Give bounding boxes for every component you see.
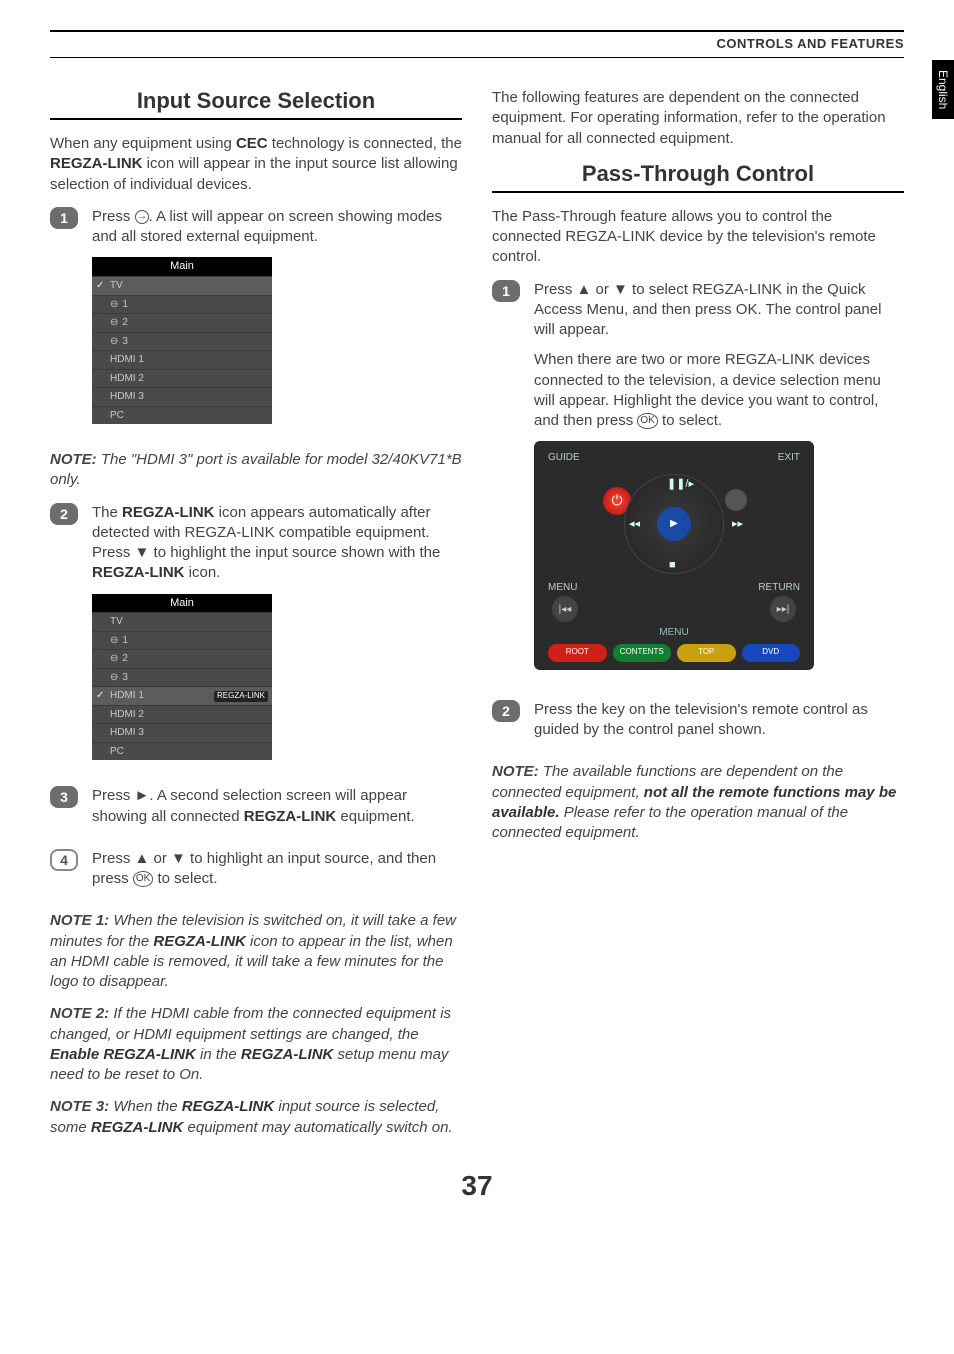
osd-row: HDMI 3 — [92, 723, 272, 742]
skip-back-icon: |◂◂ — [552, 596, 578, 622]
pt-step-1: 1 Press ▲ or ▼ to select REGZA-LINK in t… — [492, 280, 904, 688]
step-number-1: 1 — [492, 280, 520, 302]
step-3-text: Press ►. A second selection screen will … — [92, 786, 462, 827]
osd-row: HDMI 3 — [92, 387, 272, 406]
osd-row: ⊖ 2 — [92, 649, 272, 668]
osd-list-1: Main TV ⊖ 1 ⊖ 2 ⊖ 3 HDMI 1 HDMI 2 HDMI 3… — [92, 257, 272, 424]
stop-icon: ■ — [669, 558, 676, 573]
left-column: Input Source Selection When any equipmen… — [50, 88, 462, 1150]
osd-row: ⊖ 3 — [92, 332, 272, 351]
panel-guide-label: GUIDE — [548, 451, 580, 465]
intro-paragraph: When any equipment using CEC technology … — [50, 134, 462, 195]
osd-row: HDMI 2 — [92, 705, 272, 724]
osd-row: HDMI 2 — [92, 369, 272, 388]
panel-menu-center-label: MENU — [548, 626, 800, 640]
contents-button: CONTENTS — [613, 644, 672, 662]
forward-icon: ▸▸ — [732, 517, 743, 532]
ok-icon: OK — [637, 413, 657, 429]
section-title-input-source: Input Source Selection — [50, 88, 462, 120]
section-title-pass-through: Pass-Through Control — [492, 161, 904, 193]
step-1-text: Press . A list will appear on screen sho… — [92, 207, 462, 248]
step-2-text: The REGZA-LINK icon appears automaticall… — [92, 503, 462, 584]
right-intro: The following features are dependent on … — [492, 88, 904, 149]
step-2: 2 The REGZA-LINK icon appears automatica… — [50, 503, 462, 775]
osd-row: HDMI 1REGZA-LINK — [92, 686, 272, 705]
remote-control-panel: GUIDE EXIT ⏻ ❚❚/▸ ◂◂ ▸▸ ▶ — [534, 441, 814, 670]
right-column: The following features are dependent on … — [492, 88, 904, 1150]
root-button: ROOT — [548, 644, 607, 662]
panel-exit-label: EXIT — [778, 451, 800, 465]
language-tab: English — [932, 60, 954, 119]
step-number-3: 3 — [50, 786, 78, 808]
note-hdmi3: NOTE: The "HDMI 3" port is available for… — [50, 450, 462, 491]
header-section: CONTROLS AND FEATURES — [717, 36, 904, 51]
osd-row: PC — [92, 742, 272, 761]
step-number-2: 2 — [492, 700, 520, 722]
osd-row: ⊖ 1 — [92, 631, 272, 650]
note-3: NOTE 3: When the REGZA-LINK input source… — [50, 1097, 462, 1138]
pass-through-lead: The Pass-Through feature allows you to c… — [492, 207, 904, 268]
play-button-icon: ▶ — [657, 507, 691, 541]
step-4: 4 Press ▲ or ▼ to highlight an input sou… — [50, 849, 462, 900]
step-number-4: 4 — [50, 849, 78, 871]
osd-row: HDMI 1 — [92, 350, 272, 369]
page-number: 37 — [50, 1170, 904, 1202]
pt-step-2-text: Press the key on the television's remote… — [534, 700, 904, 741]
pt-step-1a: Press ▲ or ▼ to select REGZA-LINK in the… — [534, 280, 904, 341]
input-icon — [135, 210, 149, 224]
pt-step-2: 2 Press the key on the television's remo… — [492, 700, 904, 751]
step-3: 3 Press ►. A second selection screen wil… — [50, 786, 462, 837]
pause-play-icon: ❚❚/▸ — [667, 477, 694, 492]
exit-button-icon — [725, 489, 747, 511]
ok-icon: OK — [133, 871, 153, 887]
panel-return-label: RETURN — [758, 581, 800, 595]
step-4-text: Press ▲ or ▼ to highlight an input sourc… — [92, 849, 462, 890]
panel-menu-label: MENU — [548, 581, 577, 595]
note-2: NOTE 2: If the HDMI cable from the conne… — [50, 1004, 462, 1085]
osd-row: ⊖ 2 — [92, 313, 272, 332]
top-button: TOP — [677, 644, 736, 662]
pt-note: NOTE: The available functions are depend… — [492, 762, 904, 843]
step-number-2: 2 — [50, 503, 78, 525]
step-1: 1 Press . A list will appear on screen s… — [50, 207, 462, 438]
step-number-1: 1 — [50, 207, 78, 229]
dvd-button: DVD — [742, 644, 801, 662]
osd-list-2: Main TV ⊖ 1 ⊖ 2 ⊖ 3 HDMI 1REGZA-LINK HDM… — [92, 594, 272, 761]
osd-row: ⊖ 1 — [92, 295, 272, 314]
skip-forward-icon: ▸▸| — [770, 596, 796, 622]
note-1: NOTE 1: When the television is switched … — [50, 911, 462, 992]
rewind-icon: ◂◂ — [629, 517, 640, 532]
osd-row: ⊖ 3 — [92, 668, 272, 687]
osd-row: TV — [92, 612, 272, 631]
pt-step-1b: When there are two or more REGZA-LINK de… — [534, 350, 904, 431]
osd-row: PC — [92, 406, 272, 425]
osd-row: TV — [92, 276, 272, 295]
